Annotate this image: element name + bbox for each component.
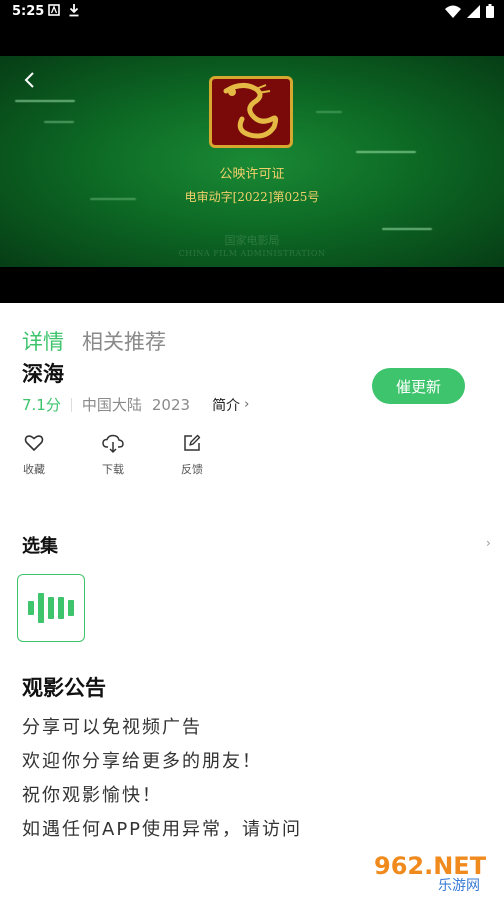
episode-tile[interactable]: [17, 574, 85, 642]
detail-tabs: 详情 相关推荐: [22, 326, 166, 356]
episode-bar: [58, 597, 64, 619]
movie-rating: 7.1分: [22, 396, 61, 414]
light-streak: [356, 151, 416, 153]
back-button[interactable]: [18, 68, 42, 92]
chevron-left-icon: [24, 72, 34, 88]
chevron-right-icon[interactable]: ›: [486, 536, 491, 550]
tab-details[interactable]: 详情: [22, 326, 64, 356]
episode-bar: [28, 601, 34, 615]
episode-bar: [68, 600, 74, 616]
watermark-subtext: 乐游网: [438, 878, 480, 894]
movie-title: 深海: [22, 362, 64, 386]
notice-line: 祝你观影愉快！: [22, 785, 162, 806]
movie-year: 2023: [151, 395, 191, 414]
light-streak: [316, 111, 342, 113]
light-streak: [15, 100, 75, 102]
heart-icon: [24, 435, 44, 451]
notice-line: 欢迎你分享给更多的朋友！: [22, 751, 262, 772]
license-title: 公映许可证: [219, 167, 285, 182]
faint-org-text: 国家电影局: [224, 234, 280, 247]
episodes-title: 选集: [22, 536, 58, 557]
dragon-seal-logo: [209, 76, 293, 148]
intro-label: 简介: [212, 397, 241, 414]
site-watermark: 962.NET 乐游网: [364, 844, 504, 896]
favorite-action[interactable]: 收藏: [14, 434, 93, 477]
intro-link[interactable]: 简介 ›: [212, 395, 249, 415]
light-streak: [382, 228, 432, 230]
download-label: 下载: [102, 463, 124, 476]
notification-app-icon: [48, 4, 60, 16]
episode-bar: [48, 597, 54, 619]
edit-feedback-icon: [184, 434, 201, 451]
request-update-button[interactable]: 催更新: [372, 368, 465, 404]
notice-title: 观影公告: [22, 676, 106, 700]
download-action[interactable]: 下载: [93, 434, 172, 477]
status-time: 5:25: [12, 4, 45, 19]
action-row: 收藏 下载 反馈: [14, 434, 251, 477]
faint-org-en-text: CHINA FILM ADMINISTRATION: [178, 249, 326, 258]
light-streak: [44, 121, 74, 123]
status-icons-left: [48, 3, 80, 17]
status-icons-right: [445, 4, 494, 18]
watermark-text: 962.NET: [374, 852, 487, 880]
battery-icon: [486, 4, 494, 18]
cloud-download-icon: [102, 434, 124, 454]
signal-icon: [467, 4, 480, 18]
license-number: 电审动字[2022]第025号: [184, 190, 320, 204]
status-bar: 5:25: [0, 0, 504, 24]
movie-meta: 7.1分 中国大陆 2023 简介 ›: [22, 394, 249, 415]
chevron-right-icon: ›: [244, 397, 250, 412]
wifi-icon: [445, 5, 461, 18]
meta-divider: [70, 397, 72, 412]
video-player[interactable]: 公映许可证 电审动字[2022]第025号 国家电影局 CHINA FILM A…: [0, 24, 504, 303]
movie-region: 中国大陆: [81, 396, 142, 414]
tab-recommendations[interactable]: 相关推荐: [82, 326, 166, 356]
favorite-label: 收藏: [23, 463, 45, 476]
download-status-icon: [69, 4, 79, 17]
notice-body: 分享可以免视频广告 欢迎你分享给更多的朋友！ 祝你观影愉快！ 如遇任何APP使用…: [22, 711, 302, 847]
feedback-label: 反馈: [181, 463, 203, 476]
video-frame: 公映许可证 电审动字[2022]第025号 国家电影局 CHINA FILM A…: [0, 56, 504, 267]
notice-line: 分享可以免视频广告: [22, 717, 202, 738]
notice-line: 如遇任何APP使用异常，请访问: [22, 819, 303, 840]
episode-bar: [38, 593, 44, 623]
feedback-action[interactable]: 反馈: [172, 434, 251, 477]
